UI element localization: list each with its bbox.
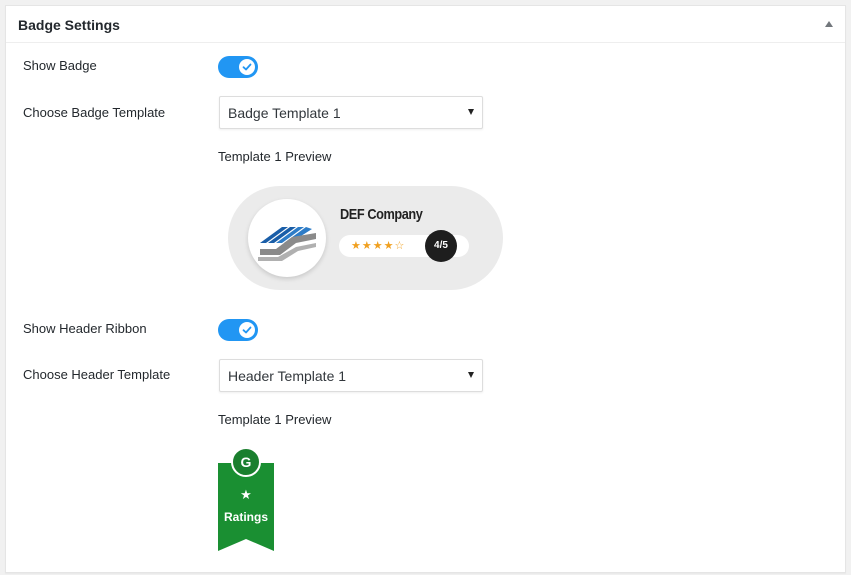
show-badge-toggle[interactable]	[218, 56, 258, 78]
header-preview-label: Template 1 Preview	[218, 412, 332, 427]
header-template-value: Header Template 1	[228, 368, 347, 384]
badge-template-value: Badge Template 1	[228, 105, 341, 121]
google-icon: G	[231, 447, 261, 477]
chevron-down-icon	[468, 109, 474, 115]
check-icon	[242, 326, 252, 334]
badge-settings-panel: Badge Settings Show Badge Choose Badge T…	[5, 5, 846, 573]
panel-title: Badge Settings	[18, 17, 120, 33]
company-logo	[248, 199, 326, 277]
star-rating: ★★★★☆	[351, 239, 406, 252]
company-logo-icon	[258, 227, 316, 261]
badge-template-select[interactable]: Badge Template 1	[219, 96, 483, 129]
chevron-down-icon	[468, 372, 474, 378]
show-header-ribbon-label: Show Header Ribbon	[23, 321, 147, 336]
toggle-knob	[239, 59, 255, 75]
panel-header[interactable]: Badge Settings	[6, 6, 845, 43]
ribbon-text: Ratings	[223, 510, 268, 524]
show-header-ribbon-toggle[interactable]	[218, 319, 258, 341]
collapse-arrow-icon[interactable]	[825, 21, 833, 27]
header-template-select[interactable]: Header Template 1	[219, 359, 483, 392]
badge-template-label: Choose Badge Template	[23, 105, 166, 120]
header-template-label: Choose Header Template	[23, 367, 171, 382]
badge-preview: DEF Company ★★★★☆ 4/5	[228, 186, 503, 290]
rating-bar: ★★★★☆ 4/5	[339, 230, 469, 262]
show-badge-label: Show Badge	[23, 58, 97, 73]
check-icon	[242, 63, 252, 71]
badge-preview-label: Template 1 Preview	[218, 149, 332, 164]
star-icon: ★	[240, 488, 252, 503]
score-badge: 4/5	[425, 230, 457, 262]
company-name: DEF Company	[340, 206, 423, 223]
toggle-knob	[239, 322, 255, 338]
ribbon-preview: G ★ Ratings	[218, 447, 274, 551]
